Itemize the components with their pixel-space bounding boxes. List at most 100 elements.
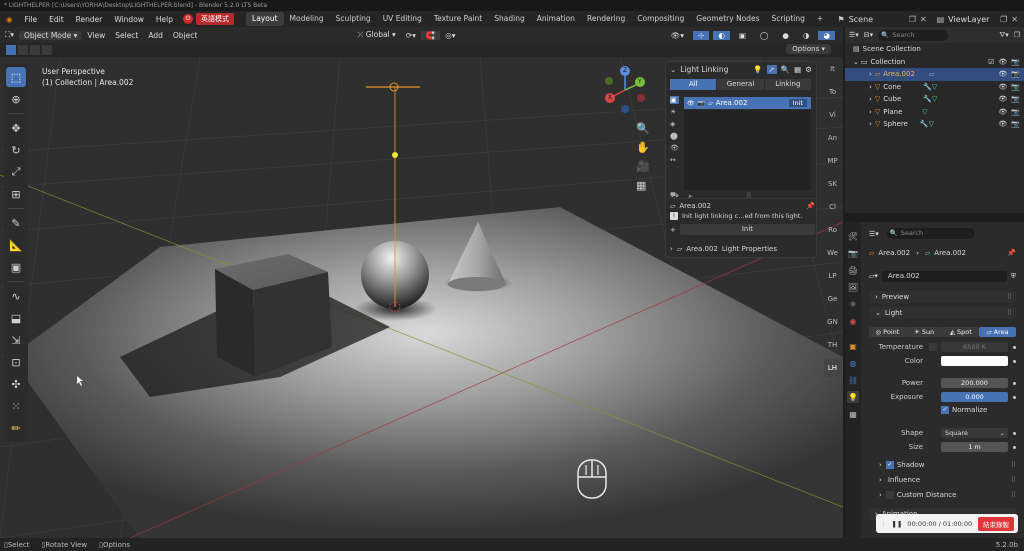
- sidebar-tab-vi[interactable]: Vi: [829, 106, 836, 124]
- stop-recording-button[interactable]: 結束錄製: [978, 516, 1014, 531]
- shadow-section-header[interactable]: › ✓ Shadow ⠿: [869, 461, 1016, 469]
- light-linking-item[interactable]: 👁 📷 ▱ Area.002 Init: [684, 97, 811, 109]
- orientation-dropdown[interactable]: ⤫ Global ▾: [352, 30, 400, 40]
- drag-grip-icon[interactable]: ⋮: [880, 520, 887, 528]
- light-type-spot[interactable]: ◭ Spot: [942, 327, 980, 337]
- custom-distance-section-header[interactable]: › Custom Distance ⠿: [869, 491, 1016, 499]
- outliner-row-collection[interactable]: ⌄ ▭ Collection ☑ 👁 📷: [845, 56, 1024, 69]
- menu-add[interactable]: Add: [143, 31, 168, 40]
- camera-icon[interactable]: 📷: [1011, 95, 1020, 103]
- outliner-editor-icon[interactable]: ☰▾: [849, 31, 859, 39]
- delete-scene-icon[interactable]: ✕: [920, 15, 927, 24]
- custom-distance-checkbox[interactable]: [885, 491, 894, 499]
- light-type-point[interactable]: ◎ Point: [869, 327, 906, 337]
- collection-checkbox[interactable]: ☑: [988, 58, 994, 66]
- exposure-field[interactable]: 0.000: [941, 392, 1008, 402]
- exposure-keyframe-dot[interactable]: [1013, 395, 1016, 399]
- cursor-tool-icon[interactable]: ⊕: [6, 89, 26, 109]
- bevel-tool-icon[interactable]: ⊡: [6, 352, 26, 372]
- linked-icon[interactable]: ▣: [670, 96, 679, 104]
- view-layer-tab-icon[interactable]: 🖼: [847, 281, 859, 293]
- perspective-grid-icon[interactable]: ▦: [636, 179, 650, 192]
- settings-icon[interactable]: ⚙: [805, 65, 812, 74]
- gizmo-z-label[interactable]: Z: [623, 67, 627, 74]
- select-intersect-icon[interactable]: [42, 45, 52, 55]
- render-tab-icon[interactable]: 📷: [847, 247, 859, 259]
- collection-chevron-icon[interactable]: ⌄: [853, 58, 859, 66]
- sidebar-tab-th[interactable]: TH: [828, 336, 838, 354]
- sidebar-tab-it[interactable]: It: [830, 60, 835, 78]
- collapse-chevron-icon[interactable]: ⌄: [670, 65, 676, 74]
- menu-select[interactable]: Select: [110, 31, 143, 40]
- preview-section-header[interactable]: › Preview ⠿: [869, 291, 1016, 303]
- outliner-row-plane[interactable]: › ▽ Plane ▽ 👁 📷: [845, 106, 1024, 119]
- menu-help[interactable]: Help: [150, 15, 179, 24]
- gizmo-x-label[interactable]: X: [608, 94, 612, 101]
- sidebar-tab-ro[interactable]: Ro: [828, 221, 837, 239]
- drag-handle-icon[interactable]: ⠿: [1011, 491, 1016, 499]
- light-data-icon[interactable]: ▱▾: [869, 272, 878, 280]
- arrows-icon[interactable]: ↔: [670, 156, 679, 164]
- tab-modeling[interactable]: Modeling: [284, 12, 330, 26]
- shape-keyframe-dot[interactable]: [1013, 431, 1016, 435]
- bulb-icon[interactable]: 💡: [753, 65, 762, 74]
- search-icon[interactable]: 🔍: [781, 65, 790, 74]
- normalize-checkbox[interactable]: ✓: [941, 406, 949, 414]
- power-keyframe-dot[interactable]: [1013, 381, 1016, 385]
- outliner-row-sphere[interactable]: › ▽ Sphere 🔧 ▽ 👁 📷: [845, 118, 1024, 131]
- copy-scene-icon[interactable]: ❐: [909, 15, 916, 24]
- rotate-tool-icon[interactable]: ↻: [6, 140, 26, 160]
- tab-geometry-nodes[interactable]: Geometry Nodes: [690, 12, 765, 26]
- mode-dropdown[interactable]: Object Mode ▾: [19, 30, 83, 40]
- display-mode-icon[interactable]: ⊟▾: [864, 31, 873, 39]
- camera-view-icon[interactable]: 🎥: [636, 160, 650, 173]
- drag-handle-icon[interactable]: ⠿: [1007, 309, 1012, 317]
- visibility-icon[interactable]: 👁▾: [666, 31, 689, 40]
- size-field[interactable]: 1 m: [941, 442, 1008, 452]
- size-keyframe-dot[interactable]: [1013, 445, 1016, 449]
- overlay-icon[interactable]: ◐: [713, 30, 730, 40]
- camera-icon[interactable]: 📷: [698, 100, 705, 107]
- proportional-edit-icon[interactable]: ◎▾: [440, 31, 460, 40]
- texture-tab-icon[interactable]: ▦: [847, 408, 859, 420]
- filter-icon[interactable]: ⛛▾: [999, 31, 1008, 40]
- select-subtract-icon[interactable]: [30, 45, 40, 55]
- world-tab-icon[interactable]: ◉: [847, 315, 859, 327]
- tab-texture-paint[interactable]: Texture Paint: [428, 12, 488, 26]
- pivot-icon[interactable]: ⟳▾: [401, 31, 421, 40]
- editor-type-icon[interactable]: ⛶▾: [0, 30, 19, 40]
- outliner-row-cube[interactable]: › ▽ Cube 🔧 ▽ 👁 📷: [845, 93, 1024, 106]
- tab-layout[interactable]: Layout: [246, 12, 284, 26]
- custom-distance-chevron-icon[interactable]: ›: [879, 491, 882, 499]
- mesh-icon[interactable]: ◈: [670, 120, 679, 128]
- physics-tab-icon[interactable]: ◍: [847, 357, 859, 369]
- new-collection-icon[interactable]: ❐: [1014, 31, 1020, 39]
- tab-compositing[interactable]: Compositing: [631, 12, 690, 26]
- eye-icon[interactable]: 👁: [687, 100, 695, 107]
- pin-icon[interactable]: 📌: [806, 202, 815, 210]
- add-cube-tool-icon[interactable]: ▣: [6, 257, 26, 277]
- scene-icon[interactable]: ⚑: [838, 15, 845, 24]
- gizmo-icon[interactable]: ⊹: [693, 30, 710, 40]
- eye-icon[interactable]: 👁: [998, 70, 1007, 78]
- shading-wire-icon[interactable]: ◯: [755, 31, 773, 40]
- light-section-header[interactable]: ⌄ Light ⠿: [869, 307, 1016, 319]
- light-type-sun[interactable]: ☀ Sun: [905, 327, 943, 337]
- viewlayer-name[interactable]: ViewLayer: [948, 15, 996, 24]
- influence-chevron-icon[interactable]: ›: [879, 476, 882, 484]
- viewlayer-icon[interactable]: ▤: [937, 15, 945, 24]
- options-button[interactable]: Options ▾: [786, 44, 831, 54]
- add-workspace-button[interactable]: +: [811, 12, 829, 26]
- sidebar-tab-to[interactable]: To: [829, 83, 836, 101]
- copy-viewlayer-icon[interactable]: ❐: [1000, 15, 1007, 24]
- material-icon[interactable]: ⬤: [670, 132, 679, 140]
- scale-tool-icon[interactable]: ⤢: [6, 162, 26, 182]
- sidebar-tab-we[interactable]: We: [827, 244, 838, 262]
- filter-all[interactable]: All: [670, 79, 718, 90]
- sidebar-tab-ge[interactable]: Ge: [828, 290, 838, 308]
- menu-view[interactable]: View: [82, 31, 110, 40]
- influence-section-header[interactable]: › Influence ⠿: [869, 476, 1016, 484]
- color-swatch[interactable]: [941, 356, 1008, 366]
- sidebar-tab-gn[interactable]: GN: [827, 313, 838, 331]
- temperature-checkbox[interactable]: [929, 343, 937, 351]
